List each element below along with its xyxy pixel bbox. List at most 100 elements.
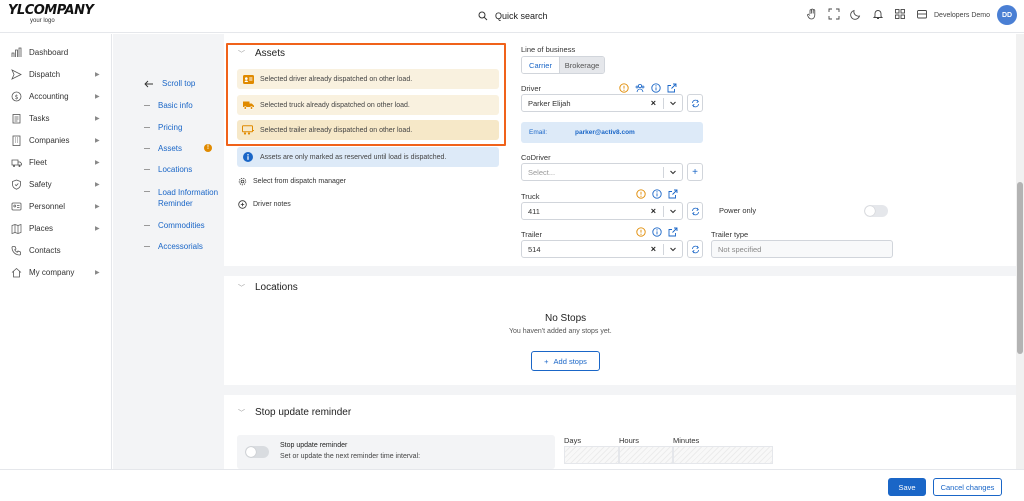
building-icon [10, 134, 22, 146]
quick-search[interactable]: Quick search [478, 9, 548, 23]
company-logo[interactable]: YLCOMPANY your logo [8, 4, 94, 28]
sidebar-item-dashboard[interactable]: Dashboard [0, 44, 112, 60]
section-divider [224, 385, 1016, 395]
refresh-driver-button[interactable] [687, 94, 703, 112]
refresh-trailer-button[interactable] [687, 240, 703, 258]
brokerage-option[interactable]: Brokerage [560, 57, 604, 73]
reminder-section-header[interactable]: ﹀ Stop update reminder [238, 407, 351, 418]
sidebar-item-label: Dispatch [29, 69, 61, 79]
nav-item-basic-info[interactable]: Basic info [144, 101, 193, 110]
footer-bar [0, 469, 1024, 501]
hours-input[interactable] [619, 446, 673, 464]
refresh-truck-button[interactable] [687, 202, 703, 220]
nav-item-pricing[interactable]: Pricing [144, 123, 182, 132]
power-only-toggle[interactable] [864, 205, 888, 217]
sidebar-item-places[interactable]: Places ▶ [0, 220, 112, 236]
nav-item-locations[interactable]: Locations [144, 165, 192, 174]
sidebar: Dashboard Dispatch ▶ $ Accounting ▶ Task… [0, 34, 112, 469]
carrier-option[interactable]: Carrier [522, 57, 560, 73]
driver-notes-label: Driver notes [253, 201, 291, 208]
locations-section-header[interactable]: ﹀ Locations [238, 282, 298, 293]
clear-icon[interactable]: × [651, 206, 656, 216]
scrollbar-thumb[interactable] [1017, 182, 1023, 354]
nav-item-load-information-reminder[interactable]: Load Information Reminder [144, 187, 224, 209]
chevron-down-icon[interactable] [669, 168, 677, 176]
add-codriver-button[interactable]: + [687, 163, 703, 181]
clear-icon[interactable]: × [651, 244, 656, 254]
user-name[interactable]: Developers Demo [934, 12, 990, 19]
driver-notes-button[interactable]: Driver notes [238, 200, 291, 209]
external-link-icon[interactable] [667, 83, 677, 93]
truck-select[interactable]: 411 × [521, 202, 683, 220]
sidebar-item-safety[interactable]: Safety ▶ [0, 176, 112, 192]
hand-icon[interactable] [806, 8, 818, 20]
save-button[interactable]: Save [888, 478, 926, 496]
sidebar-item-my-company[interactable]: My company ▶ [0, 264, 112, 280]
nav-item-commodities[interactable]: Commodities [144, 221, 205, 230]
trailer-select[interactable]: 514 × [521, 240, 683, 258]
nav-item-label: Accessorials [158, 242, 203, 251]
scroll-top-link[interactable]: Scroll top [144, 79, 195, 88]
reminder-toggle-label: Stop update reminder [280, 442, 348, 449]
inbox-icon[interactable] [916, 8, 928, 20]
users-icon[interactable] [635, 83, 645, 93]
grid-apps-icon[interactable] [894, 8, 906, 20]
sidebar-item-tasks[interactable]: Tasks ▶ [0, 110, 112, 126]
search-icon [478, 11, 488, 21]
chevron-down-icon[interactable] [669, 207, 677, 215]
sidebar-item-companies[interactable]: Companies ▶ [0, 132, 112, 148]
dashboard-icon [10, 46, 22, 58]
select-from-dispatch-manager[interactable]: Select from dispatch manager [238, 177, 346, 186]
info-circle-icon[interactable] [652, 227, 662, 237]
days-label: Days [564, 436, 582, 445]
nav-item-label: Commodities [158, 221, 205, 230]
warning-circle-icon[interactable] [619, 83, 629, 93]
sidebar-item-fleet[interactable]: Fleet ▶ [0, 154, 112, 170]
info-text: Assets are only marked as reserved until… [260, 153, 447, 161]
chevron-down-icon[interactable] [669, 245, 677, 253]
nav-item-accessorials[interactable]: Accessorials [144, 242, 203, 251]
alert-text: Selected trailer already dispatched on o… [260, 126, 413, 134]
clear-icon[interactable]: × [651, 98, 656, 108]
warning-circle-icon[interactable] [636, 227, 646, 237]
days-input[interactable] [564, 446, 619, 464]
line-of-business-toggle[interactable]: Carrier Brokerage [521, 56, 605, 74]
tasks-icon [10, 112, 22, 124]
info-circle-icon[interactable] [652, 189, 662, 199]
minutes-input[interactable] [673, 446, 773, 464]
assets-reserved-info: Assets are only marked as reserved until… [237, 147, 499, 167]
nav-item-label: Locations [158, 165, 193, 174]
external-link-icon[interactable] [668, 189, 678, 199]
assets-section-header[interactable]: ﹀ Assets [238, 48, 285, 59]
trailer-label: Trailer [521, 230, 542, 239]
codriver-select[interactable]: Select... [521, 163, 683, 181]
nav-item-label: Load Information Reminder [158, 188, 219, 208]
add-stops-button[interactable]: + Add stops [531, 351, 600, 371]
warning-circle-icon[interactable] [636, 189, 646, 199]
stop-reminder-toggle[interactable] [245, 446, 269, 458]
nav-item-assets[interactable]: Assets [144, 144, 182, 153]
sidebar-item-dispatch[interactable]: Dispatch ▶ [0, 66, 112, 82]
sidebar-item-contacts[interactable]: Contacts [0, 242, 112, 258]
driver-value: Parker Elijah [528, 98, 571, 108]
external-link-icon[interactable] [668, 227, 678, 237]
cancel-changes-button[interactable]: Cancel changes [933, 478, 1002, 496]
email-value[interactable]: parker@activ8.com [575, 129, 635, 136]
driver-select[interactable]: Parker Elijah × [521, 94, 683, 112]
power-only-label: Power only [719, 206, 757, 215]
sidebar-item-personnel[interactable]: Personnel ▶ [0, 198, 112, 214]
chevron-down-icon[interactable] [669, 99, 677, 107]
select-from-dispatch-label: Select from dispatch manager [253, 178, 346, 185]
fullscreen-icon[interactable] [828, 8, 840, 20]
bell-icon[interactable] [872, 8, 884, 20]
sidebar-item-accounting[interactable]: $ Accounting ▶ [0, 88, 112, 104]
avatar[interactable]: DD [997, 5, 1017, 25]
arrow-left-icon [144, 80, 153, 87]
shield-icon [10, 178, 22, 190]
sidebar-item-label: Places [29, 223, 54, 233]
info-circle-icon[interactable] [651, 83, 661, 93]
truck-icon [10, 156, 22, 168]
sidebar-item-label: Accounting [29, 91, 69, 101]
moon-icon[interactable] [850, 8, 862, 20]
phone-icon [10, 244, 22, 256]
